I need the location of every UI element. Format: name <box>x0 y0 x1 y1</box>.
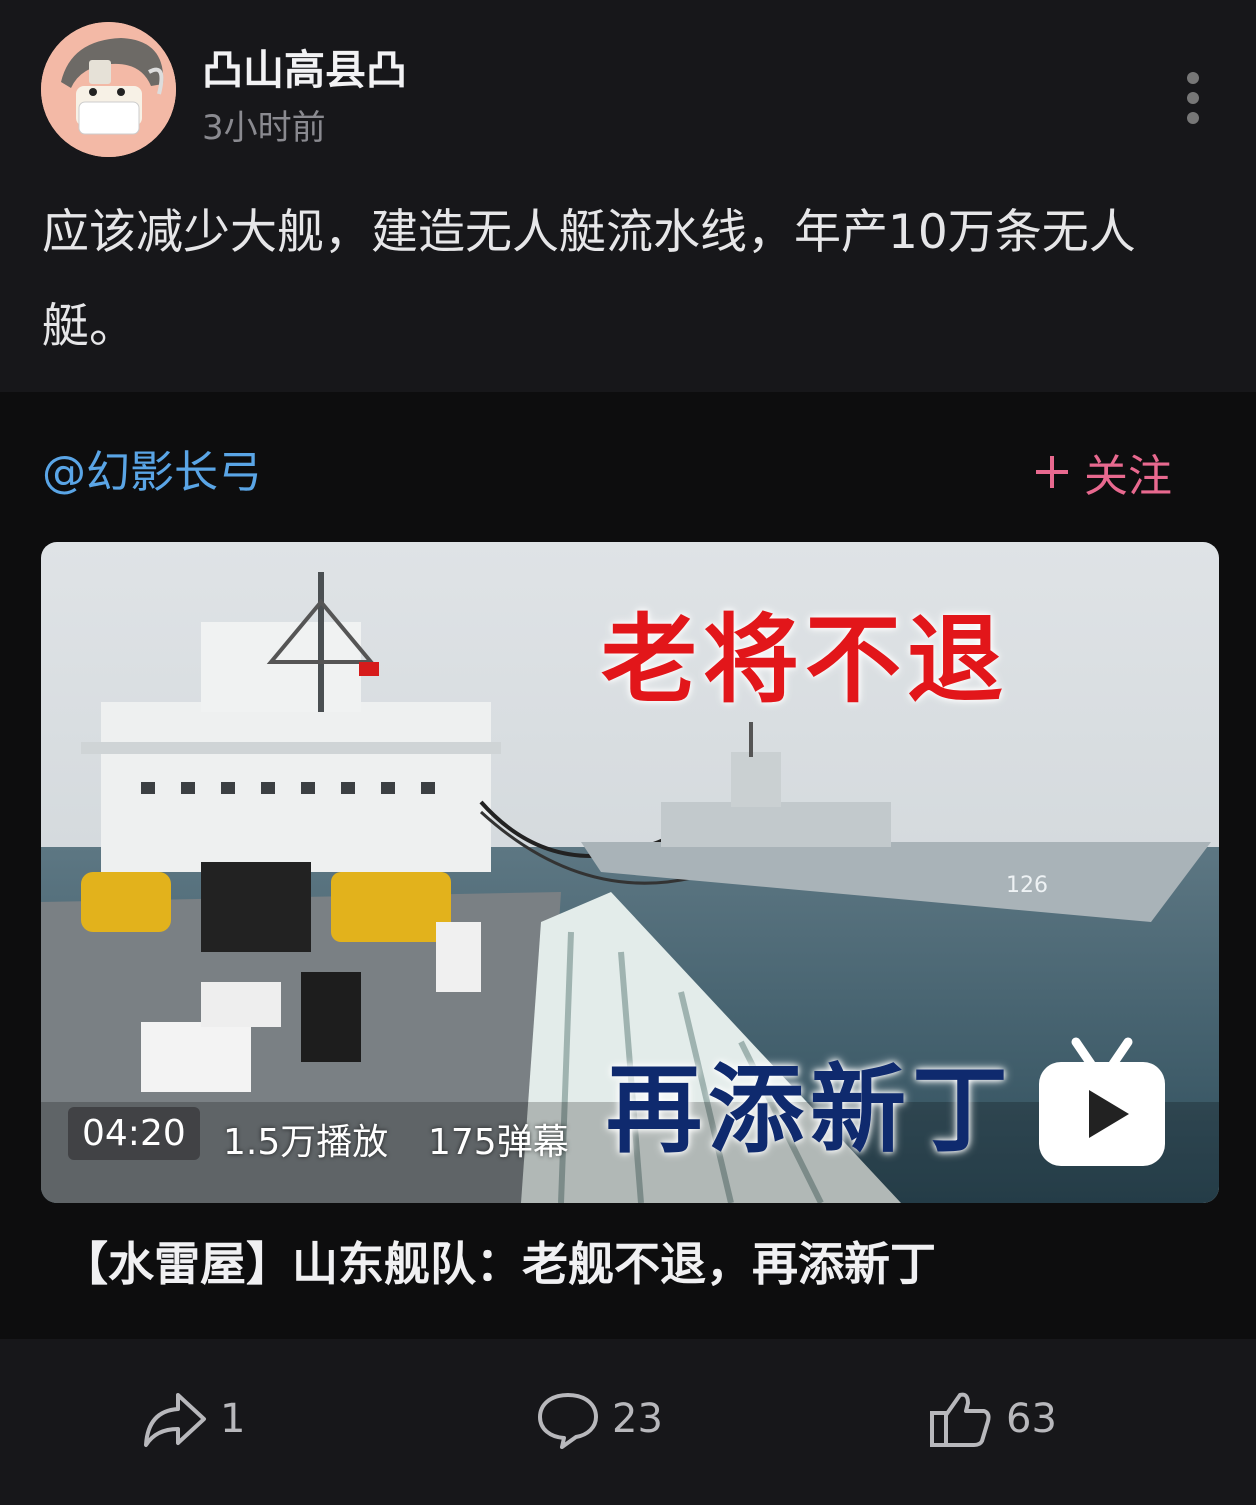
tv-play-icon <box>1031 1032 1171 1172</box>
like-button[interactable]: 63 <box>928 1389 1057 1449</box>
video-duration: 04:20 <box>68 1107 200 1160</box>
post-time: 3小时前 <box>202 108 326 148</box>
like-icon <box>930 1392 991 1447</box>
post-text: 应该减少大舰，建造无人艇流水线，年产10万条无人艇。 <box>42 205 1136 354</box>
more-vertical-icon <box>1187 72 1199 124</box>
video-card[interactable]: @幻影长弓 关注 126 老将不退 再添新丁 04:20 1.5万播放 175弹… <box>0 392 1256 1339</box>
plus-icon <box>1036 456 1068 488</box>
headline-bottom: 再添新丁 <box>606 1054 1014 1166</box>
danmaku-count: 175弹幕 <box>428 1122 569 1163</box>
video-thumbnail[interactable]: 126 老将不退 再添新丁 04:20 1.5万播放 175弹幕 <box>41 542 1219 1203</box>
like-count: 63 <box>1006 1396 1057 1442</box>
author-name[interactable]: 凸山高县凸 <box>202 36 407 96</box>
comment-button[interactable]: 23 <box>536 1389 663 1449</box>
hull-number: 126 <box>1006 873 1048 898</box>
avatar[interactable] <box>41 22 176 157</box>
action-bar: 1 23 63 <box>0 1339 1256 1505</box>
play-count: 1.5万播放 <box>223 1122 389 1163</box>
comment-count: 23 <box>612 1396 663 1442</box>
share-count: 1 <box>220 1396 246 1442</box>
follow-label: 关注 <box>1084 451 1172 502</box>
headline-top: 老将不退 <box>601 604 1009 716</box>
uploader-link[interactable]: @幻影长弓 <box>42 436 262 500</box>
more-options-button[interactable] <box>1170 68 1216 128</box>
post-header: 凸山高县凸 3小时前 应该减少大舰，建造无人艇流水线，年产10万条无人艇。 <box>0 0 1256 392</box>
follow-button[interactable]: 关注 <box>1034 440 1172 504</box>
video-title[interactable]: 【水雷屋】山东舰队：老舰不退，再添新丁 <box>62 1228 936 1294</box>
share-icon <box>144 1393 206 1447</box>
comment-icon <box>538 1393 598 1449</box>
share-button[interactable]: 1 <box>142 1389 245 1449</box>
